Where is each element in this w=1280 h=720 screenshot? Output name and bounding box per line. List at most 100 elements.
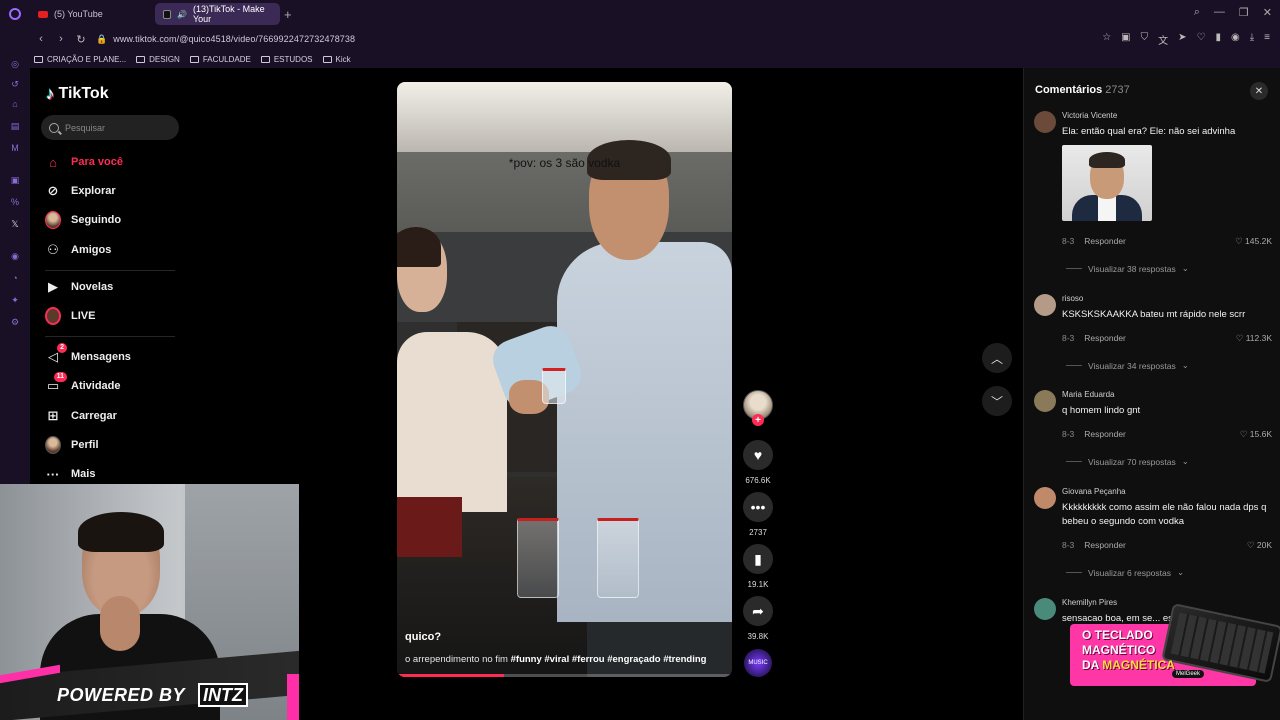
nav-carregar[interactable]: ⊞ Carregar bbox=[45, 408, 117, 424]
view-replies-label: Visualizar 6 respostas bbox=[1088, 567, 1171, 578]
browser-logo-icon[interactable] bbox=[0, 0, 30, 28]
reply-button[interactable]: Responder bbox=[1084, 540, 1126, 550]
comment-username[interactable]: Victoria Vicente bbox=[1062, 111, 1117, 120]
music-disc[interactable]: MUSIC bbox=[744, 649, 772, 677]
search-input[interactable] bbox=[65, 122, 165, 133]
pinboard-icon[interactable]: ▤ bbox=[9, 120, 21, 132]
comment-username[interactable]: Maria Eduarda bbox=[1062, 390, 1114, 399]
comment-item: risoso KSKSKSKAAKKA bateu mt rápido nele… bbox=[1034, 294, 1274, 374]
profile-icon[interactable]: ◉ bbox=[1231, 32, 1240, 47]
share-icon[interactable]: ➤ bbox=[1178, 32, 1186, 47]
like-button[interactable]: ♥ bbox=[743, 440, 773, 470]
comment-button[interactable]: ••• bbox=[743, 492, 773, 522]
view-replies-button[interactable]: Visualizar 34 respostas ⌄ bbox=[1066, 360, 1189, 371]
comment-like[interactable]: ♡ 15.6K bbox=[1240, 429, 1272, 440]
comment-like[interactable]: ♡ 112.3K bbox=[1236, 333, 1272, 344]
caption-hashtags[interactable]: #funny #viral #ferrou #engraçado #trendi… bbox=[511, 654, 707, 665]
url-field[interactable]: www.tiktok.com/@quico4518/video/76699224… bbox=[113, 34, 355, 44]
nav-explorar[interactable]: ⊘ Explorar bbox=[45, 183, 116, 199]
comment-avatar[interactable] bbox=[1034, 487, 1056, 509]
comment-username[interactable]: Khemillyn Pires bbox=[1062, 598, 1117, 607]
download-icon[interactable]: ⤓ bbox=[1250, 32, 1254, 47]
view-replies-button[interactable]: Visualizar 38 respostas ⌄ bbox=[1066, 263, 1189, 274]
follow-plus-icon[interactable]: + bbox=[752, 414, 764, 426]
m-icon[interactable]: M bbox=[9, 142, 21, 154]
comment-image[interactable] bbox=[1062, 145, 1152, 221]
wallet-icon[interactable]: ▮ bbox=[1215, 32, 1221, 47]
reply-button[interactable]: Responder bbox=[1084, 429, 1126, 439]
comment-avatar[interactable] bbox=[1034, 390, 1056, 412]
chevron-down-icon: ﹀ bbox=[990, 394, 1003, 409]
next-video-button[interactable]: ﹀ bbox=[982, 386, 1012, 416]
reload-icon[interactable]: ↻ bbox=[72, 33, 90, 46]
close-comments-button[interactable]: ✕ bbox=[1250, 82, 1268, 100]
new-tab-button[interactable]: + bbox=[284, 7, 292, 22]
translate-icon[interactable]: 文 bbox=[1158, 32, 1168, 47]
bookmark-item[interactable]: ESTUDOS bbox=[260, 55, 313, 64]
tab-tiktok[interactable]: 🔊 (13)TikTok - Make Your bbox=[155, 3, 280, 25]
heart-icon[interactable]: ♡ bbox=[1197, 32, 1206, 47]
profile-icon bbox=[45, 436, 61, 454]
clock-icon[interactable]: ◔ bbox=[9, 272, 21, 284]
bookmark-item[interactable]: Kick bbox=[322, 55, 351, 64]
view-replies-label: Visualizar 70 respostas bbox=[1088, 456, 1176, 467]
nav-live[interactable]: LIVE bbox=[45, 307, 95, 325]
shield-icon[interactable]: ⛉ bbox=[1141, 32, 1149, 47]
reply-button[interactable]: Responder bbox=[1084, 236, 1126, 246]
settings-icon[interactable]: ⚙ bbox=[9, 316, 21, 328]
forward-icon[interactable]: › bbox=[52, 33, 70, 45]
percent-icon[interactable]: % bbox=[9, 196, 21, 208]
reply-button[interactable]: Responder bbox=[1084, 333, 1126, 343]
screenshot-icon[interactable]: ▣ bbox=[1121, 32, 1130, 47]
close-icon[interactable]: ✕ bbox=[1263, 6, 1272, 19]
back-icon[interactable]: ‹ bbox=[32, 33, 50, 45]
tab-youtube[interactable]: (5) YouTube bbox=[30, 3, 155, 25]
bookmark-label: CRIAÇÃO E PLANE... bbox=[47, 54, 127, 64]
nav-seguindo[interactable]: Seguindo bbox=[45, 211, 122, 229]
comment-avatar[interactable] bbox=[1034, 111, 1056, 133]
chevron-down-icon: ⌄ bbox=[1181, 360, 1189, 370]
nav-mais[interactable]: ··· Mais bbox=[45, 466, 96, 482]
comment-text: KSKSKSKAAKKA bateu mt rápido nele scrr bbox=[1062, 309, 1246, 320]
bookmark-item[interactable]: CRIAÇÃO E PLANE... bbox=[34, 55, 126, 64]
bookmark-item[interactable]: DESIGN bbox=[136, 55, 180, 64]
comment-like[interactable]: ♡ 145.2K bbox=[1235, 236, 1272, 247]
search-icon[interactable]: ⌕ bbox=[1194, 6, 1200, 19]
nav-novelas[interactable]: ▶ Novelas bbox=[45, 279, 113, 295]
twitch-icon[interactable]: ▣ bbox=[9, 174, 21, 186]
bookmark-item[interactable]: FACULDADE bbox=[189, 55, 251, 64]
comment-avatar[interactable] bbox=[1034, 598, 1056, 620]
video-player[interactable]: *pov: os 3 são vodka quico? o arrependim… bbox=[397, 82, 732, 677]
nav-perfil[interactable]: Perfil bbox=[45, 436, 99, 454]
comments-title: Comentários 2737 bbox=[1035, 84, 1130, 96]
video-author[interactable]: quico? bbox=[405, 631, 441, 643]
nav-mensagens[interactable]: ◁ 2 Mensagens bbox=[45, 343, 131, 365]
bookmark-icon[interactable]: ☆ bbox=[1102, 32, 1111, 47]
workspace-icon[interactable]: ⌂ bbox=[9, 98, 21, 110]
target-icon[interactable]: ◉ bbox=[9, 250, 21, 262]
shot-glass bbox=[517, 518, 559, 598]
messenger-icon[interactable]: ◎ bbox=[9, 58, 21, 70]
x-icon[interactable]: 𝕏 bbox=[9, 218, 21, 230]
comment-username[interactable]: risoso bbox=[1062, 294, 1083, 303]
share-button[interactable]: ➦ bbox=[743, 596, 773, 626]
comment-like[interactable]: ♡ 20K bbox=[1247, 540, 1272, 551]
previous-video-button[interactable]: ︿ bbox=[982, 343, 1012, 373]
video-progress-bar[interactable] bbox=[397, 674, 732, 677]
minimize-icon[interactable]: — bbox=[1214, 6, 1225, 19]
restore-icon[interactable]: ❐ bbox=[1239, 6, 1249, 19]
nav-atividade[interactable]: ▭ 11 Atividade bbox=[45, 372, 121, 394]
search-box[interactable] bbox=[41, 115, 179, 140]
save-button[interactable]: ▮ bbox=[743, 544, 773, 574]
view-replies-button[interactable]: Visualizar 6 respostas ⌄ bbox=[1066, 567, 1184, 578]
extensions-icon[interactable]: ✦ bbox=[9, 294, 21, 306]
nav-para-voce[interactable]: ⌂ Para você bbox=[45, 154, 123, 170]
menu-icon[interactable]: ≡ bbox=[1264, 32, 1270, 47]
nav-amigos[interactable]: ⚇ Amigos bbox=[45, 242, 111, 258]
nav-label: Seguindo bbox=[71, 214, 122, 226]
comment-username[interactable]: Giovana Peçanha bbox=[1062, 487, 1126, 496]
history-icon[interactable]: ↺ bbox=[9, 78, 21, 90]
view-replies-button[interactable]: Visualizar 70 respostas ⌄ bbox=[1066, 456, 1189, 467]
comment-avatar[interactable] bbox=[1034, 294, 1056, 316]
tiktok-logo[interactable]: ♪ TikTok bbox=[46, 84, 109, 104]
